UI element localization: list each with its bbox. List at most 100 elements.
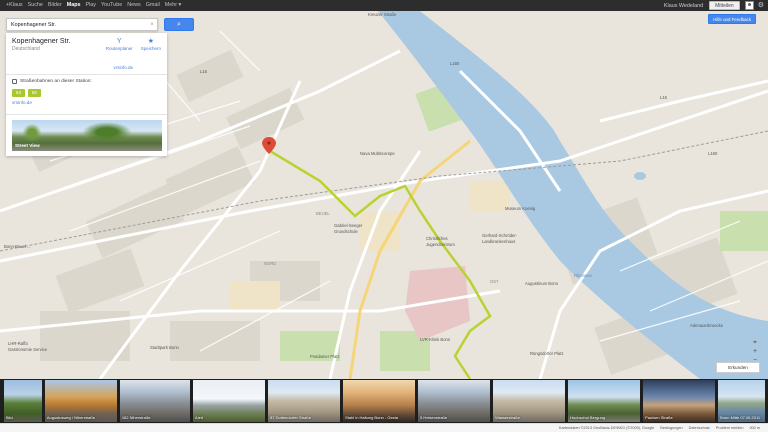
map-label-landkrk: Landkrankenhaus: [482, 239, 516, 244]
place-actions: Y Routenplaner ★ Speichern: [98, 38, 161, 51]
gbar-link[interactable]: News: [127, 0, 140, 11]
line-badge[interactable]: 66: [27, 89, 41, 97]
footer-item[interactable]: Problem melden: [716, 426, 744, 430]
gbar-link[interactable]: YouTube: [101, 0, 122, 11]
footer-item: Kartendaten ©2013 GeoBasis-DE/BKG (©2009…: [558, 426, 655, 430]
footer-item: 200 m: [749, 426, 760, 430]
photo-caption: 182 Niherstraße: [121, 415, 151, 420]
photo-thumbnail[interactable]: Bonn Mitte 07.06.2011: [718, 380, 765, 422]
photo-caption: Aleit: [195, 415, 203, 420]
streetview-thumbnail[interactable]: Street View: [12, 120, 162, 151]
photo-thumbnail[interactable]: Aleit: [193, 380, 266, 422]
map-footer: Kartendaten ©2013 GeoBasis-DE/BKG (©2009…: [0, 423, 768, 432]
search-button[interactable]: ⌕: [164, 18, 194, 31]
photo-thumbnail[interactable]: Paulsen Straße: [643, 380, 716, 422]
map-label-augusta: Augustinum Bonn: [525, 281, 559, 286]
footer-item[interactable]: Bedingungen: [660, 426, 682, 430]
photo-caption: Paulsen Straße: [645, 415, 673, 420]
photo-caption: Bild: [6, 415, 13, 420]
map-label-beuel: BEUEL: [316, 211, 330, 216]
map-label-gerhard: Gerhard-Schröder-: [482, 233, 518, 238]
photo-thumbnail[interactable]: Bild: [4, 380, 42, 422]
transit-heading: Straßenbahnen an dieser Station:: [20, 79, 92, 84]
transit-heading-row: Straßenbahnen an dieser Station:: [12, 79, 161, 84]
footer-item[interactable]: Datenschutz: [689, 426, 710, 430]
map-label-stadtpark: Stadtpark Bonn: [150, 345, 179, 350]
place-link[interactable]: vrsinfo.de: [113, 65, 133, 70]
map-label-nava: Nava Multiscorepe: [360, 151, 395, 156]
photo-thumbnail[interactable]: 182 Niherstraße: [119, 380, 191, 422]
line-badge[interactable]: 63: [12, 89, 25, 97]
avatar[interactable]: [744, 1, 754, 10]
gear-icon[interactable]: ⚙: [758, 0, 764, 11]
zoom-in-button[interactable]: +: [753, 347, 757, 356]
route-icon: Y: [116, 38, 122, 45]
map-label-l2: L16: [660, 95, 667, 100]
photo-caption: Stahl in Haltung Bonn - Gesta: [345, 415, 398, 420]
map-label-li2: Gastronomie Service: [8, 347, 48, 352]
photo-thumbnail[interactable]: Stahl in Haltung Bonn - Gesta: [343, 380, 416, 422]
photo-thumbnail[interactable]: Hochschul Bergung: [568, 380, 641, 422]
gbar-link[interactable]: Suche: [28, 0, 43, 11]
photo-caption: Augustusweg / Niherstraße: [46, 415, 96, 420]
gbar-link[interactable]: Mehr ▾: [165, 0, 182, 11]
map-label-l4: L160: [450, 61, 460, 66]
map-label-ost: OST: [490, 279, 499, 284]
save-label: Speichern: [140, 46, 161, 51]
transit-lines: 63 66: [12, 89, 161, 97]
transit-section: Straßenbahnen an dieser Station: 63 66 v…: [6, 75, 167, 115]
photo-caption: Hochschul Bergung: [570, 415, 606, 420]
search-icon: ⌕: [177, 21, 181, 28]
map-label-rheinaue: Rheinaue: [574, 273, 592, 278]
gbar-link[interactable]: Maps: [67, 0, 81, 11]
map-label-station: Bonn-Beuel ...: [4, 244, 31, 249]
map-label-l3: L160: [708, 151, 718, 156]
gbar-link[interactable]: Gmail: [146, 0, 160, 11]
gbar-link[interactable]: Play: [86, 0, 97, 11]
search-input[interactable]: [7, 19, 147, 30]
photo-strip: Bild Augustusweg / Niherstraße 182 Niherst…: [0, 379, 768, 423]
star-icon: ★: [147, 38, 154, 45]
zoom-controls: ⌖ + −: [750, 338, 760, 365]
map-label-gabriel: Gabriel-Seeger: [334, 223, 363, 228]
gbar-link[interactable]: +Klaus: [6, 0, 23, 11]
map-label-lvr: LVR-Klinik Bonn: [420, 337, 451, 342]
photo-caption: 5 Heisenstraße: [420, 415, 448, 420]
route-label: Routenplaner: [105, 46, 133, 51]
streetview-label: Street View: [15, 143, 40, 148]
photo-thumbnail[interactable]: 5 Heisenstraße: [418, 380, 491, 422]
save-button[interactable]: ★ Speichern: [141, 38, 161, 51]
map-label-li1: LHR-Raffa: [8, 341, 28, 346]
map-canvas[interactable]: Kreuzer Straße Bonn-Beuel ... Nava Multi…: [0, 11, 768, 379]
clear-icon[interactable]: ×: [147, 22, 157, 28]
search-box: ×: [6, 18, 158, 31]
google-bar-links: +Klaus Suche Bilder Maps Play YouTube News Gmai…: [0, 0, 186, 11]
route-button[interactable]: Y Routenplaner: [106, 38, 133, 51]
photo-thumbnail[interactable]: Augustusweg / Niherstraße: [44, 380, 117, 422]
map-label-rueng: Rüngsdorfer Platz: [530, 351, 564, 356]
map-label-top-road: Kreuzer Straße: [368, 12, 397, 17]
help-feedback-button[interactable]: Hilfe und Feedback: [708, 14, 756, 24]
share-button[interactable]: Mitteilen: [709, 1, 740, 10]
transit-link[interactable]: vrsinfo.de: [12, 100, 161, 105]
user-name[interactable]: Klaus Wedeland: [664, 3, 703, 9]
explore-button[interactable]: Erkunden: [716, 362, 760, 373]
map-label-adenauer: Adenauerbruecke: [690, 323, 724, 328]
map-label-nord: NORD: [264, 261, 277, 266]
tram-icon: [12, 79, 17, 84]
map-label-grundschule: Grundschule: [334, 229, 358, 234]
photo-thumbnail[interactable]: 87 Dottendorfer Straße: [268, 380, 341, 422]
photo-caption: 87 Dottendorfer Straße: [270, 415, 311, 420]
photo-thumbnail[interactable]: Wasserstraße: [493, 380, 566, 422]
map-label-l1: L16: [200, 69, 207, 74]
photo-caption: Wasserstraße: [495, 415, 520, 420]
gbar-link[interactable]: Bilder: [48, 0, 62, 11]
locate-icon[interactable]: ⌖: [753, 338, 757, 347]
map-label-museum: Museum Koenig: [505, 206, 536, 211]
photo-caption: Bonn Mitte 07.06.2011: [720, 415, 761, 420]
map-label-posdamer: Posdamer Platz: [310, 354, 340, 359]
info-panel: Kopenhagener Str. Deutschland Y Routenpl…: [6, 33, 167, 156]
streetview-card: Street View: [6, 115, 167, 156]
map-label-christliches: Christliches: [426, 236, 448, 241]
google-bar: +Klaus Suche Bilder Maps Play YouTube News Gmai…: [0, 0, 768, 11]
